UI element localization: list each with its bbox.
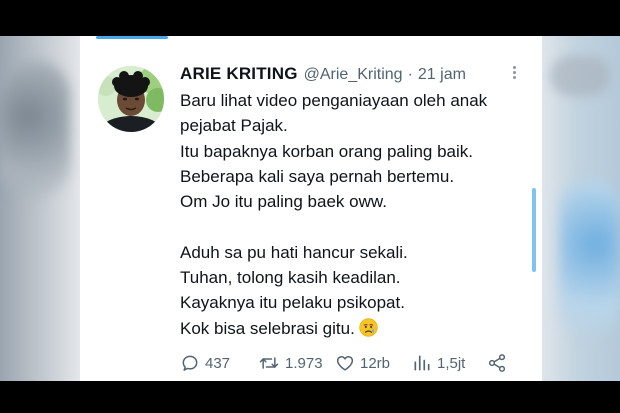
avatar-image [98,66,164,132]
tweet-header: ARIE KRITING @Arie_Kriting · 21 jam [180,64,466,86]
tweet-line: pejabat Pajak. [180,116,288,136]
tweet-line: Baru lihat video penganiayaan oleh anak [180,91,488,110]
letterbox-top [0,0,620,36]
like-count: 12rb [360,354,391,372]
like-icon [336,356,354,371]
background-blur-right [560,180,620,340]
views-icon [414,355,430,371]
tweet-line-last: Kok bisa selebrasi gitu. [180,316,530,341]
background-blur-left [0,60,70,200]
background-blur-right-top [550,56,610,96]
author-handle[interactable]: @Arie_Kriting [304,66,403,84]
tweet-timestamp[interactable]: 21 jam [418,66,466,84]
tweet-line: Kayaknya itu pelaku psikopat. [180,293,405,313]
author-name[interactable]: ARIE KRITING [180,64,298,84]
views-count: 1,5jt [437,354,466,372]
tweet-line: Aduh sa pu hati hancur sekali. [180,242,408,262]
share-icon [488,354,506,372]
tweet-line-text: Kok bisa selebrasi gitu. [180,318,355,338]
letterbox-bottom [0,381,620,413]
reply-button[interactable]: 437 [180,352,230,374]
separator-dot: · [407,66,413,83]
reply-icon [182,355,198,371]
tweet-actions: 437 1.973 12rb 1,5jt [180,352,520,374]
avatar[interactable] [98,66,164,132]
more-options-icon[interactable] [508,64,520,82]
tweet-line: Tuhan, tolong kasih keadilan. [180,268,401,288]
screenshot-frame: ARIE KRITING @Arie_Kriting · 21 jam Baru… [0,0,620,413]
reply-count: 437 [205,354,231,372]
retweet-icon [259,357,279,369]
share-button[interactable] [487,352,507,374]
tweet-line: Om Jo itu paling baek oww. [180,192,387,212]
crying-face-emoji [359,318,378,337]
retweet-count: 1.973 [285,354,323,372]
like-button[interactable]: 12rb [335,352,390,374]
scrollbar[interactable] [532,188,536,272]
views-button[interactable]: 1,5jt [412,352,465,374]
retweet-button[interactable]: 1.973 [258,352,323,374]
tweet-line: Beberapa kali saya pernah bertemu. [180,166,455,186]
tweet-text: Baru lihat video penganiayaan oleh anak … [180,88,530,341]
tab-indicator [96,36,168,39]
tweet-line: Itu bapaknya korban orang paling baik. [180,141,473,161]
